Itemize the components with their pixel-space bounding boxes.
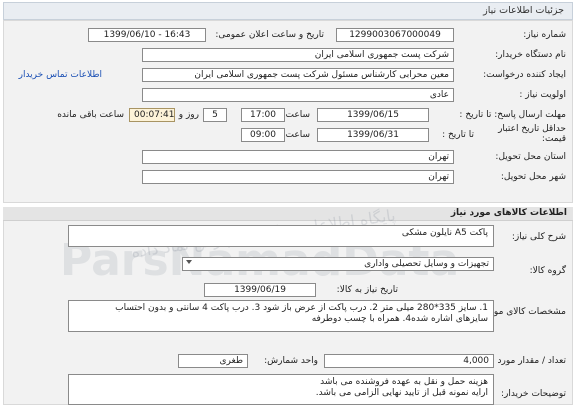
creator-field: معین محرابی کارشناس مسئول شرکت پست جمهور… <box>142 68 454 82</box>
group-label: گروه کالا: <box>529 266 566 276</box>
goods-section-title: اطلاعات کالاهای مورد نیاز <box>450 208 567 218</box>
announce-field: 1399/06/10 - 16:43 <box>88 28 206 42</box>
announce-label: تاریخ و ساعت اعلان عمومی: <box>215 30 324 40</box>
send-deadline-time-label: ساعت <box>285 110 311 120</box>
desc-line-1: 1. سایز 335*280 میلی متر 2. درب پاکت از … <box>115 303 488 313</box>
buyer-contact-link[interactable]: اطلاعات تماس خریدار <box>19 70 102 80</box>
notes-line-1: هزینه حمل و نقل به عهده فروشنده می باشد <box>320 377 488 387</box>
summary-field: پاکت A5 نایلون مشکی <box>68 225 494 247</box>
notes-line-2: ارایه نمونه قبل از تایید نهایی الزامی می… <box>315 388 488 398</box>
unit-field: طغری <box>178 354 248 368</box>
notes-field: هزینه حمل و نقل به عهده فروشنده می باشد … <box>68 374 494 405</box>
days-field: 5 <box>203 108 227 122</box>
need-date-label: تاریخ نیاز به کالا: <box>336 285 398 295</box>
group-select-value: تجهیزات و وسایل تحصیلی واداری <box>364 259 489 269</box>
province-label: استان محل تحویل: <box>495 152 566 162</box>
need-details-panel: شماره نیاز: 1299003067000049 تاریخ و ساع… <box>3 20 573 203</box>
buyer-org-label: نام دستگاه خریدار: <box>495 50 566 60</box>
validity-time-field: 09:00 <box>241 128 285 142</box>
send-deadline-date-field: 1399/06/15 <box>317 108 429 122</box>
details-header-title: جزئیات اطلاعات نیاز <box>483 5 564 16</box>
validity-date-field: 1399/06/31 <box>317 128 429 142</box>
validity-time-label: ساعت <box>285 130 311 140</box>
need-number-field: 1299003067000049 <box>336 28 454 42</box>
days-label: روز و <box>178 110 199 120</box>
need-number-label: شماره نیاز: <box>523 30 566 40</box>
need-date-field: 1399/06/19 <box>204 283 316 297</box>
remaining-timer: 00:07:41 <box>129 108 175 122</box>
validity-label: حداقل تاریخ اعتبار قیمت: <box>498 124 566 144</box>
desc-field: 1. سایز 335*280 میلی متر 2. درب پاکت از … <box>68 300 494 332</box>
validity-to-label: تا تاریخ : <box>442 130 474 140</box>
province-field: تهران <box>142 150 454 164</box>
unit-label: واحد شمارش: <box>264 356 318 366</box>
buyer-org-field: شرکت پست جمهوری اسلامی ایران <box>142 48 454 62</box>
remaining-label: ساعت باقی مانده <box>57 110 124 120</box>
qty-field: 4,000 <box>324 354 494 368</box>
send-deadline-label: مهلت ارسال پاسخ: تا تاریخ : <box>459 110 566 120</box>
city-field: تهران <box>142 170 454 184</box>
qty-value: 4,000 <box>463 356 489 366</box>
chevron-down-icon <box>186 260 192 264</box>
priority-field: عادی <box>142 88 454 102</box>
city-label: شهر محل تحویل: <box>500 172 566 182</box>
send-deadline-time-field: 17:00 <box>241 108 285 122</box>
desc-line-2: سایزهای اشاره شده4. همراه با چسب دوطرفه <box>311 314 488 324</box>
goods-section-header: اطلاعات کالاهای مورد نیاز <box>3 207 573 221</box>
details-header: جزئیات اطلاعات نیاز <box>3 2 573 20</box>
priority-label: اولویت نیاز : <box>519 90 566 100</box>
notes-label: توضیحات خریدار: <box>500 389 566 399</box>
creator-label: ایجاد کننده درخواست: <box>483 70 566 80</box>
summary-label: شرح کلی نیاز: <box>511 232 566 242</box>
group-select[interactable]: تجهیزات و وسایل تحصیلی واداری <box>182 257 494 271</box>
